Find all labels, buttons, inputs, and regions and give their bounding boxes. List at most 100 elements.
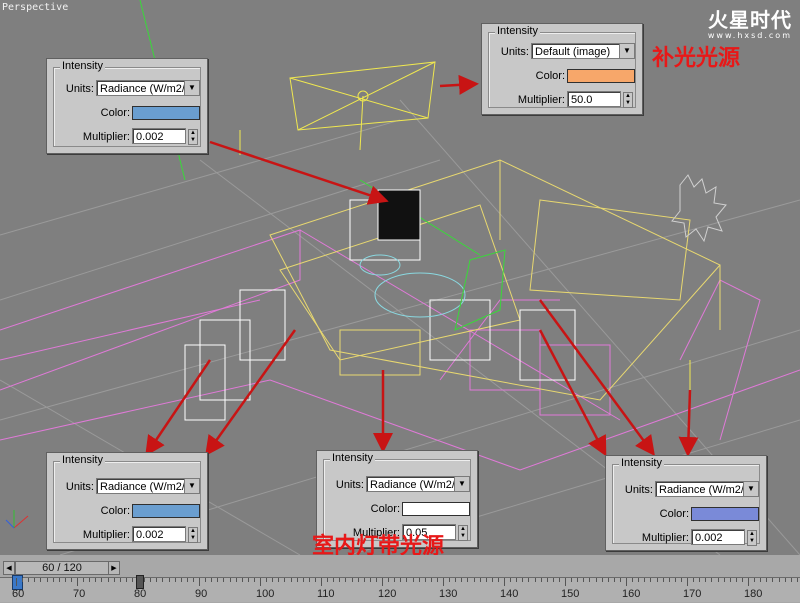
timeline-tick-mark [28,578,30,582]
multiplier-spinner[interactable]: ▲ ▼ [458,525,468,541]
timeline-tick-mark [461,578,463,582]
color-swatch[interactable] [567,69,635,83]
color-label: Color: [100,505,130,517]
timeline-tick-mark [16,578,17,586]
multiplier-spinner[interactable]: ▲ ▼ [747,530,757,546]
axis-gizmo [5,510,29,529]
timeline-tick-mark [199,578,200,586]
timeline-tick-mark [772,578,774,582]
timeline-tick-label: 180 [744,588,763,600]
units-dropdown[interactable]: Radiance (W/m2/ ▼ [655,481,759,497]
perspective-viewport[interactable]: Perspective 火星时代 www.hxsd.com Intensity … [0,0,800,555]
timeline-tick-mark [125,578,127,582]
timeline-tick-mark [485,578,487,582]
timeline-tick-mark [528,578,530,582]
timeline-tick-mark [601,578,603,582]
room-wireframe [269,159,721,401]
timeline-tick-mark [107,578,109,582]
chevron-down-icon[interactable]: ▼ [619,44,634,58]
timeline-tick-mark [583,578,585,582]
timeline-tick-mark [253,578,255,582]
timeline-tick-mark [729,578,731,582]
timeline-tick-label: 120 [378,588,397,600]
timeline-tick-mark [382,578,383,586]
multiplier-input[interactable]: 50.0 [567,91,621,107]
timeline-tick-mark [760,578,762,582]
next-frame-button[interactable]: ▶ [108,561,120,575]
bathtub-wireframe [359,254,466,318]
intensity-group: Intensity Units: Radiance (W/m2/ ▼ Color… [53,454,201,543]
timeline-tick-mark [278,578,280,582]
units-label: Units: [624,484,653,496]
frame-counter[interactable]: 60 / 120 [15,561,109,575]
color-swatch[interactable] [132,504,200,518]
timeline-tick-mark [260,578,261,586]
timeline-tick-mark [613,578,615,582]
annotation-arrows [145,74,699,457]
timeline-tick-mark [577,578,579,582]
multiplier-input[interactable]: 0.002 [691,529,745,545]
timeline-bar[interactable]: ◀ 60 / 120 ▶ 60 70 80 90 100 110 120 130 140 150 1… [0,555,800,603]
timeline-tick-mark [699,578,701,582]
timeline-tick-mark [266,578,268,582]
chevron-down-icon[interactable]: ▼ [184,81,199,95]
multiplier-spinner[interactable]: ▲ ▼ [188,527,198,543]
timeline-tick-mark [735,578,737,582]
timeline-tick-mark [400,578,402,582]
timeline-tick-label: 70 [73,588,86,600]
viewport-label[interactable]: Perspective [2,2,68,13]
timeline-tick-mark [174,578,176,582]
timeline-tick-mark [424,578,426,582]
intensity-group-title: Intensity [330,452,375,464]
previous-frame-button[interactable]: ◀ [3,561,15,575]
multiplier-spinner[interactable]: ▲ ▼ [188,129,198,145]
timeline-tick-mark [571,578,573,582]
intensity-group: Intensity Units: Radiance (W/m2/ ▼ Color… [53,60,201,147]
units-dropdown[interactable]: Radiance (W/m2/ ▼ [96,478,200,494]
timeline-tick-mark [192,578,194,582]
units-dropdown[interactable]: Default (image) ▼ [531,43,635,59]
arrow-fill-light [439,74,479,95]
timeline-tick-mark [296,578,298,582]
arrow-bottom-right-3 [678,389,699,457]
multiplier-label: Multiplier: [517,94,565,106]
timeline-tick-mark [308,578,310,582]
timeline-tick-mark [680,578,682,582]
timeline-tick-mark [540,578,542,582]
timeline-tick-mark [644,578,646,582]
units-dropdown[interactable]: Radiance (W/m2/ ▼ [366,476,470,492]
timeline-tick-mark [131,578,133,582]
timeline-track[interactable]: 60 70 80 90 100 110 120 130 140 150 160 170 180 [0,575,800,602]
chevron-down-icon[interactable]: ▼ [184,479,199,493]
units-value: Radiance (W/m2/ [659,484,744,496]
color-swatch[interactable] [132,106,200,120]
timeline-tick-mark [357,578,359,582]
timeline-tick-mark [693,578,695,582]
multiplier-spinner[interactable]: ▲ ▼ [623,92,633,108]
chevron-down-icon[interactable]: ▼ [454,477,469,491]
color-swatch[interactable] [691,507,759,521]
timeline-tick-mark [552,578,554,582]
bottom-left-intensity-panel: Intensity Units: Radiance (W/m2/ ▼ Color… [46,452,208,550]
timeline-tick-mark [241,578,243,582]
timeline-tick-mark [156,578,158,582]
timeline-tick-mark [522,578,524,582]
timeline-tick-mark [662,578,664,582]
timeline-tick-mark [314,578,316,582]
timeline-tick-mark [619,578,621,582]
fill-light-annotation: 补光光源 [652,46,741,71]
timeline-tick-mark [449,578,451,582]
site-watermark: 火星时代 www.hxsd.com [708,4,792,40]
timeline-tick-mark [150,578,152,582]
timeline-tick-mark [558,578,560,582]
timeline-tick-label: 140 [500,588,519,600]
multiplier-input[interactable]: 0.002 [132,128,186,144]
timeline-tick-mark [796,578,798,582]
timeline-tick-mark [205,578,207,582]
timeline-tick-mark [748,578,749,586]
timeline-tick-mark [46,578,48,582]
chevron-down-icon[interactable]: ▼ [743,482,758,496]
multiplier-input[interactable]: 0.002 [132,526,186,542]
color-swatch[interactable] [402,502,470,516]
units-dropdown[interactable]: Radiance (W/m2/ ▼ [96,80,200,96]
